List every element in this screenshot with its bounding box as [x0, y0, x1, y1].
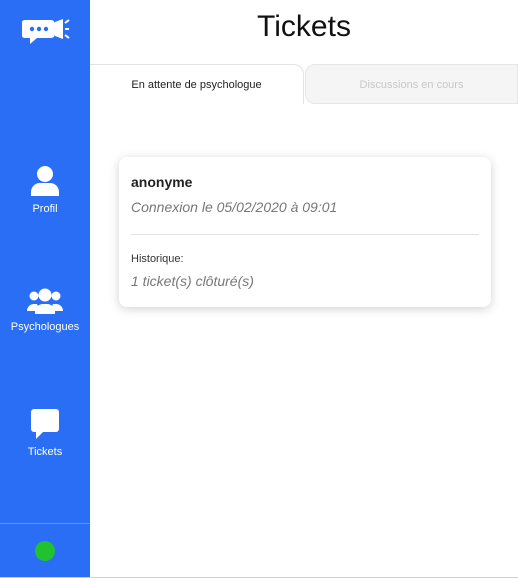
- megaphone-chat-icon[interactable]: [22, 16, 70, 46]
- users-icon: [27, 288, 63, 314]
- ticket-card[interactable]: anonyme Connexion le 05/02/2020 à 09:01 …: [119, 157, 491, 307]
- tab-en-attente[interactable]: En attente de psychologue: [90, 64, 304, 104]
- main-content: Tickets En attente de psychologue Discus…: [90, 0, 518, 578]
- sidebar-item-label: Profil: [32, 203, 58, 215]
- page-title: Tickets: [257, 10, 351, 43]
- ticket-history-value: 1 ticket(s) clôturé(s): [131, 273, 254, 289]
- sidebar-divider: [0, 523, 90, 524]
- ticket-connexion-time: Connexion le 05/02/2020 à 09:01: [131, 199, 338, 215]
- chat-bubble-icon: [31, 409, 59, 439]
- tab-discussions-en-cours[interactable]: Discussions en cours: [305, 64, 518, 104]
- ticket-history-label: Historique:: [131, 253, 184, 265]
- ticket-user-name: anonyme: [131, 174, 193, 190]
- sidebar-item-label: Tickets: [27, 446, 63, 458]
- online-status-indicator: [35, 541, 55, 561]
- user-icon: [31, 166, 59, 196]
- sidebar-item-psychologues[interactable]: Psychologues: [0, 287, 90, 333]
- sidebar: Profil Psychologues Tickets: [0, 0, 90, 577]
- tab-bar: En attente de psychologue Discussions en…: [90, 64, 518, 104]
- sidebar-item-tickets[interactable]: Tickets: [0, 408, 90, 458]
- card-divider: [131, 234, 479, 235]
- sidebar-item-label: Psychologues: [10, 321, 80, 333]
- sidebar-item-profil[interactable]: Profil: [0, 165, 90, 215]
